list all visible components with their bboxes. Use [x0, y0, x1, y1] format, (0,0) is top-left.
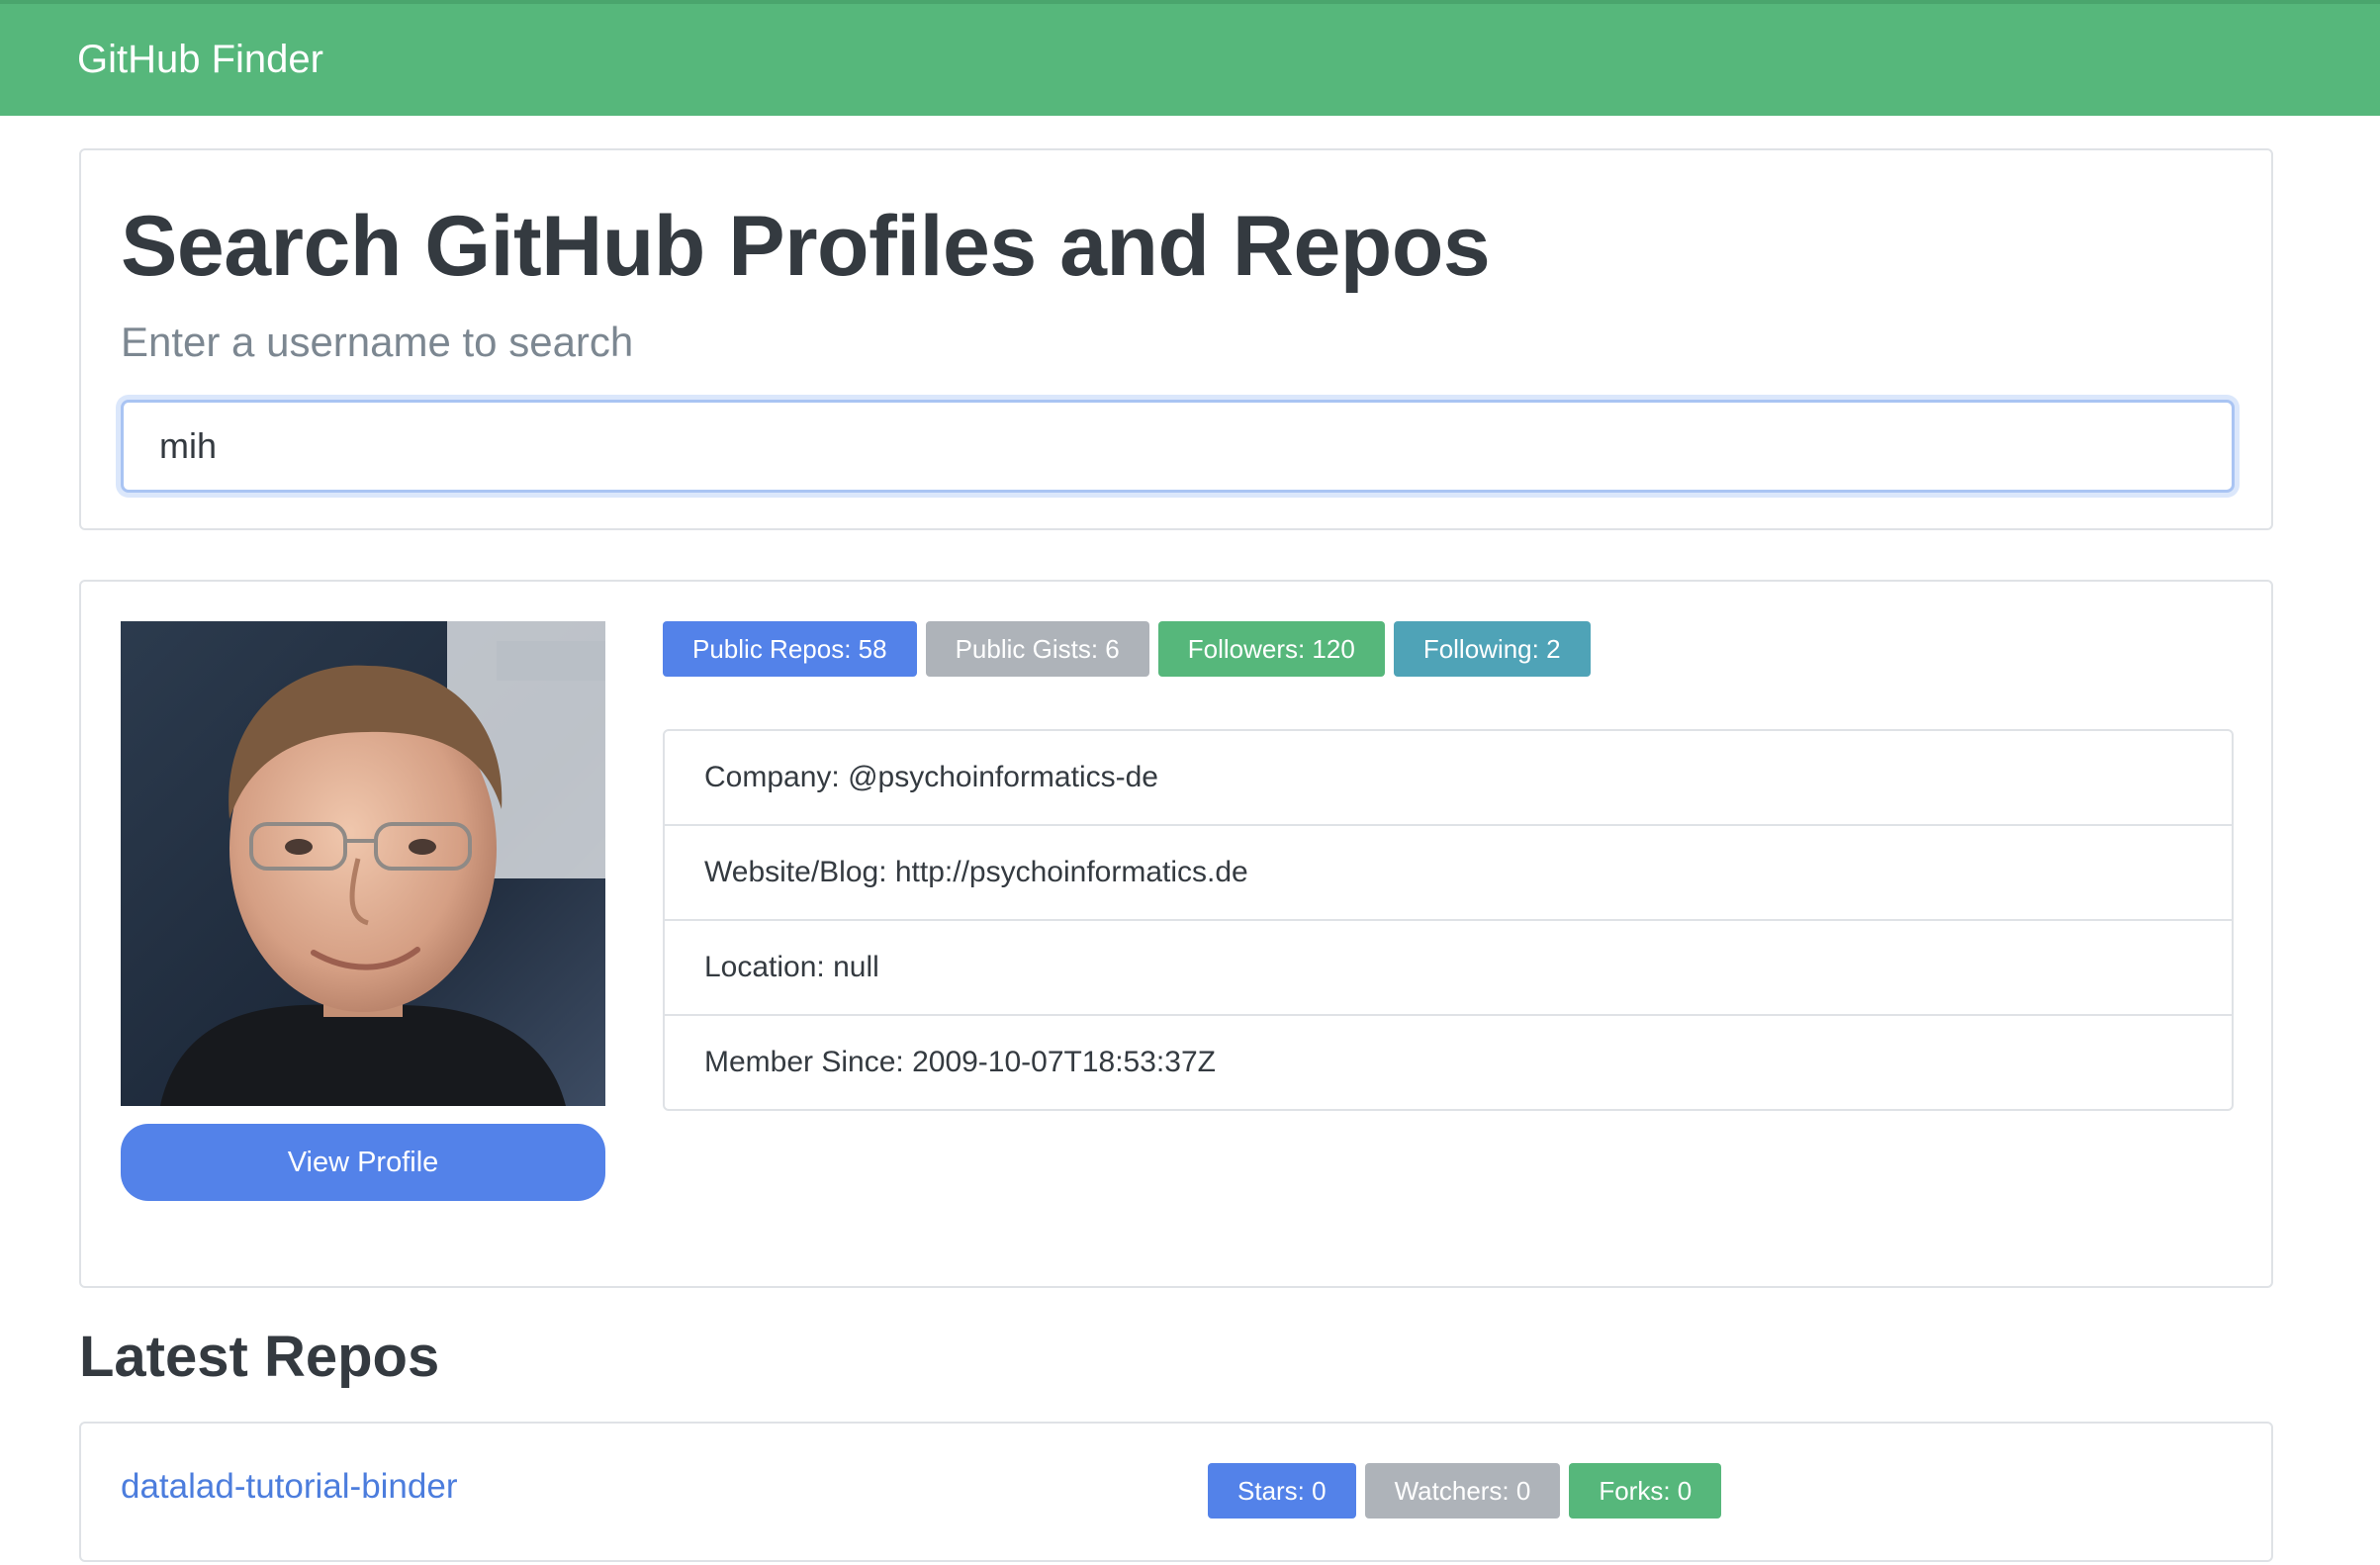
search-subtitle: Enter a username to search: [121, 319, 634, 365]
avatar: [121, 621, 605, 1106]
followers-badge: Followers: 120: [1157, 621, 1385, 677]
forks-badge: Forks: 0: [1569, 1463, 1722, 1519]
profile-badges: Public Repos: 58 Public Gists: 6 Followe…: [663, 621, 1591, 677]
public-repos-badge: Public Repos: 58: [663, 621, 917, 677]
member-since-item: Member Since: 2009-10-07T18:53:37Z: [665, 1014, 2232, 1109]
repo-link[interactable]: datalad-tutorial-binder: [121, 1467, 457, 1507]
public-gists-badge: Public Gists: 6: [925, 621, 1149, 677]
following-badge: Following: 2: [1393, 621, 1591, 677]
watchers-badge: Watchers: 0: [1364, 1463, 1561, 1519]
profile-details-list: Company: @psychoinformatics-de Website/B…: [663, 729, 2234, 1111]
search-heading: Search GitHub Profiles and Repos: [121, 199, 1491, 294]
search-card: Search GitHub Profiles and Repos Enter a…: [79, 148, 2273, 530]
website-item: Website/Blog: http://psychoinformatics.d…: [665, 824, 2232, 919]
profile-card: View Profile Public Repos: 58 Public Gis…: [79, 580, 2273, 1288]
brand-title[interactable]: GitHub Finder: [77, 38, 323, 82]
latest-repos-heading: Latest Repos: [79, 1325, 440, 1389]
repo-badges: Stars: 0 Watchers: 0 Forks: 0: [1208, 1463, 1722, 1519]
navbar: GitHub Finder: [0, 0, 2380, 116]
repo-card: datalad-tutorial-binder Stars: 0 Watcher…: [79, 1422, 2273, 1562]
search-input[interactable]: [121, 400, 2235, 493]
location-item: Location: null: [665, 919, 2232, 1014]
view-profile-button[interactable]: View Profile: [121, 1124, 605, 1201]
stars-badge: Stars: 0: [1208, 1463, 1356, 1519]
user-avatar-photo-icon: [121, 621, 605, 1106]
company-item: Company: @psychoinformatics-de: [704, 761, 1158, 793]
